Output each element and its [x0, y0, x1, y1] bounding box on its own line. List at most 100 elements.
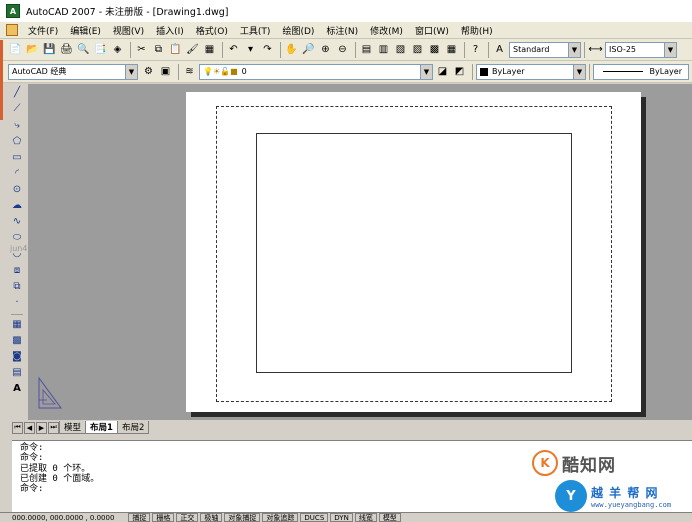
otrack-toggle[interactable]: 对象追踪 — [262, 513, 299, 522]
polyline-icon[interactable]: ⤷ — [10, 118, 24, 132]
circle-icon[interactable]: ⊙ — [10, 183, 24, 197]
multiline-text-icon[interactable]: A — [10, 382, 24, 396]
grid-toggle[interactable]: 栅格 — [152, 513, 175, 522]
last-tab-icon[interactable]: ⏭ — [48, 421, 59, 434]
spline-icon[interactable]: ∿ — [10, 215, 24, 229]
linetype-value: ByLayer — [649, 67, 682, 76]
document-icon[interactable] — [6, 24, 18, 36]
markup-icon[interactable]: ▩ — [427, 42, 442, 57]
paste-icon[interactable]: 📋 — [168, 42, 183, 57]
ucs-icon — [38, 376, 62, 409]
snap-toggle[interactable]: 捕捉 — [128, 513, 151, 522]
construction-line-icon[interactable]: ⟋ — [10, 102, 24, 116]
chevron-down-icon[interactable]: ▼ — [573, 64, 585, 79]
menu-draw[interactable]: 绘图(D) — [276, 24, 320, 37]
menu-modify[interactable]: 修改(M) — [364, 24, 409, 37]
dyn-toggle[interactable]: DYN — [330, 513, 353, 522]
hatch-icon[interactable]: ▦ — [10, 318, 24, 332]
help-icon[interactable]: ? — [468, 42, 483, 57]
menu-dimension[interactable]: 标注(N) — [320, 24, 364, 37]
pan-icon[interactable]: ✋ — [284, 42, 299, 57]
my-workspace-icon[interactable]: ▣ — [158, 64, 173, 79]
new-file-icon[interactable]: 📄 — [8, 42, 23, 57]
match-properties-icon[interactable]: 🖌 — [185, 42, 200, 57]
undo-icon[interactable]: ↶ — [226, 42, 241, 57]
menu-window[interactable]: 窗口(W) — [409, 24, 455, 37]
menu-file[interactable]: 文件(F) — [22, 24, 64, 37]
revision-cloud-icon[interactable]: ☁ — [10, 199, 24, 213]
model-paper-toggle[interactable]: 模型 — [378, 513, 401, 522]
make-block-icon[interactable]: ⧉ — [10, 279, 24, 293]
calculator-icon[interactable]: ▦ — [444, 42, 459, 57]
dim-style-value: ISO-25 — [609, 45, 637, 54]
line-icon[interactable]: ╱ — [10, 86, 24, 100]
save-icon[interactable]: 💾 — [42, 42, 57, 57]
chevron-down-icon[interactable]: ▼ — [420, 64, 432, 79]
polar-toggle[interactable]: 极轴 — [200, 513, 223, 522]
make-object-layer-current-icon[interactable]: ◪ — [435, 64, 450, 79]
3d-dwf-icon[interactable]: ◈ — [110, 42, 125, 57]
zoom-previous-icon[interactable]: ⊖ — [335, 42, 350, 57]
layer-select[interactable]: 💡☀🔓■ 0 ▼ — [199, 63, 433, 80]
publish-icon[interactable]: 📑 — [93, 42, 108, 57]
polygon-icon[interactable]: ⬠ — [10, 134, 24, 148]
properties-icon[interactable]: ▤ — [359, 42, 374, 57]
tab-layout2[interactable]: 布局2 — [116, 421, 150, 434]
menu-edit[interactable]: 编辑(E) — [64, 24, 107, 37]
ortho-toggle[interactable]: 正交 — [176, 513, 199, 522]
workspace-settings-icon[interactable]: ⚙ — [141, 64, 156, 79]
color-swatch — [480, 67, 488, 76]
chevron-down-icon[interactable]: ▼ — [664, 42, 676, 57]
print-preview-icon[interactable]: 🔍 — [76, 42, 91, 57]
color-select[interactable]: ByLayer ▼ — [476, 63, 586, 80]
menu-help[interactable]: 帮助(H) — [455, 24, 499, 37]
menu-insert[interactable]: 插入(I) — [150, 24, 190, 37]
lineweight-toggle[interactable]: 线宽 — [354, 513, 377, 522]
text-style-select[interactable]: Standard ▼ — [509, 41, 581, 58]
ducs-toggle[interactable]: DUCS — [300, 513, 329, 522]
redo-icon[interactable]: ↷ — [260, 42, 275, 57]
osnap-toggle[interactable]: 对象捕捉 — [224, 513, 261, 522]
prev-tab-icon[interactable]: ◀ — [24, 421, 35, 434]
layout-viewport[interactable] — [256, 133, 572, 373]
undo-dropdown-icon[interactable]: ▾ — [243, 42, 258, 57]
arc-icon[interactable]: ◜ — [10, 167, 24, 181]
workspace-select[interactable]: AutoCAD 经典 ▼ — [8, 63, 138, 80]
chevron-down-icon[interactable]: ▼ — [125, 64, 137, 79]
zoom-window-icon[interactable]: ⊕ — [318, 42, 333, 57]
chevron-down-icon[interactable]: ▼ — [568, 42, 580, 57]
print-icon[interactable]: 🖨 — [59, 42, 74, 57]
linetype-select[interactable]: ByLayer — [593, 63, 689, 80]
drawing-area[interactable] — [28, 84, 692, 420]
separator — [222, 41, 223, 58]
dim-style-icon: ⟷ — [588, 43, 603, 55]
tab-model[interactable]: 模型 — [59, 421, 87, 434]
autocad-app-icon[interactable]: A — [6, 4, 20, 18]
cut-icon[interactable]: ✂ — [134, 42, 149, 57]
ellipse-icon[interactable]: ⬭ — [10, 231, 24, 245]
zoom-realtime-icon[interactable]: 🔎 — [301, 42, 316, 57]
tab-layout1[interactable]: 布局1 — [85, 421, 118, 434]
cursor-coordinates[interactable]: 000.0000, 000.0000 , 0.0000 — [12, 514, 114, 522]
next-tab-icon[interactable]: ▶ — [36, 421, 47, 434]
table-icon[interactable]: ▤ — [10, 366, 24, 380]
region-icon[interactable]: ◙ — [10, 350, 24, 364]
rectangle-icon[interactable]: ▭ — [10, 150, 24, 164]
point-icon[interactable]: · — [10, 295, 24, 309]
gradient-icon[interactable]: ▩ — [10, 334, 24, 348]
dim-style-select[interactable]: ISO-25 ▼ — [605, 41, 677, 58]
menu-format[interactable]: 格式(O) — [190, 24, 234, 37]
layer-properties-icon[interactable]: ≋ — [182, 64, 197, 79]
menu-tools[interactable]: 工具(T) — [234, 24, 277, 37]
layer-previous-icon[interactable]: ◩ — [452, 64, 467, 79]
insert-block-icon[interactable]: ⧈ — [10, 263, 24, 277]
first-tab-icon[interactable]: ⏮ — [12, 421, 23, 434]
open-file-icon[interactable]: 📂 — [25, 42, 40, 57]
kuzhi-brand-text: 酷知网 — [562, 455, 616, 476]
copy-icon[interactable]: ⧉ — [151, 42, 166, 57]
block-editor-icon[interactable]: ▦ — [202, 42, 217, 57]
sheet-set-icon[interactable]: ▨ — [410, 42, 425, 57]
tool-palettes-icon[interactable]: ▧ — [393, 42, 408, 57]
design-center-icon[interactable]: ▥ — [376, 42, 391, 57]
menu-view[interactable]: 视图(V) — [107, 24, 150, 37]
